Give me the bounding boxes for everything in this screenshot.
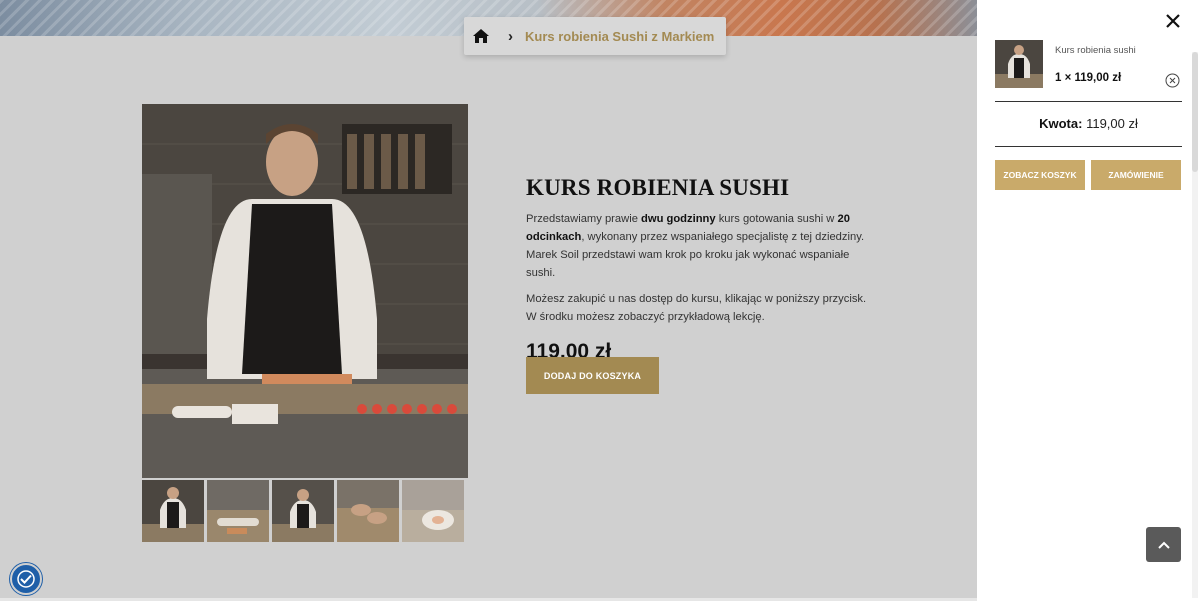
breadcrumb-current: Kurs robienia Sushi z Markiem (525, 28, 715, 44)
remove-item-icon[interactable] (1165, 73, 1180, 88)
product-page: › Kurs robienia Sushi z Markiem KURS ROB… (0, 0, 977, 601)
add-to-cart-button[interactable]: DODAJ DO KOSZYKA (526, 357, 659, 394)
thumbnail-5[interactable] (402, 480, 464, 542)
thumbnail-2[interactable] (207, 480, 269, 542)
breadcrumb: › Kurs robienia Sushi z Markiem (464, 17, 726, 55)
close-icon[interactable] (1164, 12, 1182, 30)
desc-bold-duration: dwu godzinny (641, 213, 716, 225)
product-info: KURS ROBIENIA SUSHI Przedstawiamy prawie… (526, 174, 876, 364)
divider-bottom (995, 146, 1182, 147)
thumbnail-strip (142, 480, 464, 542)
thumbnail-4[interactable] (337, 480, 399, 542)
checkout-button[interactable]: ZAMÓWIENIE (1091, 160, 1181, 190)
desc-text-1: Przedstawiamy prawie (526, 213, 642, 225)
desc-text-2: kurs gotowania sushi w (715, 213, 838, 225)
home-icon[interactable] (472, 28, 490, 44)
thumbnail-3[interactable] (272, 480, 334, 542)
thumbnail-1[interactable] (142, 480, 204, 542)
view-cart-button[interactable]: ZOBACZ KOSZYK (995, 160, 1085, 190)
cart-drawer (977, 0, 1200, 601)
product-description: Przedstawiamy prawie dwu godzinny kurs g… (526, 210, 876, 282)
cart-total-value: 119,00 zł (1086, 116, 1138, 131)
cart-total-label: Kwota: (1039, 116, 1083, 131)
product-title: KURS ROBIENIA SUSHI (526, 175, 790, 200)
cart-item-name[interactable]: Kurs robienia sushi (1055, 45, 1136, 56)
drawer-scrollbar[interactable] (1192, 52, 1198, 598)
accessibility-icon (17, 570, 35, 588)
scrollbar-thumb[interactable] (1192, 52, 1198, 172)
product-description-2: Możesz zakupić u nas dostęp do kursu, kl… (526, 293, 867, 323)
accessibility-button[interactable] (10, 563, 42, 595)
chevron-up-icon (1157, 541, 1170, 549)
scroll-to-top-button[interactable] (1146, 527, 1181, 562)
cart-item-quantity-price: 1 × 119,00 zł (1055, 72, 1122, 84)
cart-total: Kwota: 119,00 zł (995, 116, 1182, 131)
breadcrumb-separator: › (508, 27, 513, 45)
cart-item-thumbnail[interactable] (995, 40, 1043, 88)
main-product-image[interactable] (142, 104, 468, 478)
divider-top (995, 101, 1182, 102)
cart-item: Kurs robienia sushi 1 × 119,00 zł (995, 40, 1185, 90)
